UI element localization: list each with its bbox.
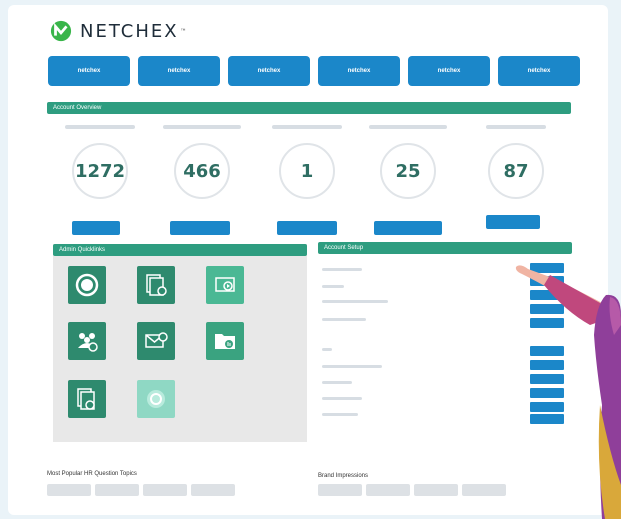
tab-2[interactable]: netchex: [138, 56, 220, 86]
metric-value: 1: [279, 143, 335, 199]
setup-line: [322, 318, 366, 321]
account-overview-header: Account Overview: [47, 102, 571, 114]
presenter-character-illustration: [515, 265, 621, 519]
team-people-icon[interactable]: [68, 322, 106, 360]
quicklinks-header: Admin Quicklinks: [53, 244, 307, 256]
metric-card-3: 1: [267, 125, 347, 235]
metric-caption: [369, 125, 447, 129]
setup-line: [322, 300, 388, 303]
metric-button[interactable]: [486, 215, 540, 229]
topic-placeholder: [47, 484, 91, 496]
envelope-check-icon[interactable]: [137, 322, 175, 360]
metric-caption: [65, 125, 135, 129]
glow-circle-icon[interactable]: [137, 380, 175, 418]
setup-line: [322, 268, 362, 271]
metric-caption: [272, 125, 342, 129]
metric-value: 87: [488, 143, 544, 199]
metric-value: 25: [380, 143, 436, 199]
topic-placeholder: [191, 484, 235, 496]
metric-caption: [163, 125, 241, 129]
glow-circle-icon-glyph: [147, 390, 165, 408]
metric-card-2: 466: [162, 125, 242, 235]
metric-button[interactable]: [374, 221, 442, 235]
setup-line: [322, 348, 332, 351]
video-play-icon[interactable]: [206, 266, 244, 304]
account-setup-header: Account Setup: [318, 242, 572, 254]
metric-card-5: 87: [476, 125, 556, 229]
setup-line: [322, 285, 344, 288]
popular-topics-label: Most Popular HR Question Topics: [47, 471, 137, 477]
topic-placeholder: [143, 484, 187, 496]
documents-clock-icon-glyph: [146, 274, 167, 296]
tab-3[interactable]: netchex: [228, 56, 310, 86]
tab-5[interactable]: netchex: [408, 56, 490, 86]
video-play-icon-glyph: [215, 277, 235, 292]
current-card-icon-glyph: [75, 273, 99, 297]
top-tabs: netchex netchex netchex netchex netchex …: [48, 56, 580, 86]
metric-card-1: 1272: [60, 125, 140, 235]
documents-clock-icon[interactable]: [137, 266, 175, 304]
metric-value: 1272: [72, 143, 128, 199]
netchex-logo: NETCHEX ™: [50, 20, 186, 42]
setup-line: [322, 413, 358, 416]
envelope-check-icon-glyph: [145, 332, 168, 348]
documents-check-icon-glyph: [77, 388, 95, 410]
setup-line: [322, 381, 352, 384]
brand-impressions-label: Brand Impressions: [318, 473, 369, 479]
impression-placeholder: [462, 484, 506, 496]
metric-caption: [486, 125, 546, 129]
metric-button[interactable]: [72, 221, 120, 235]
brand-trademark: ™: [180, 28, 186, 34]
current-card-icon[interactable]: [68, 266, 106, 304]
setup-line: [322, 397, 362, 400]
team-people-icon-glyph: [78, 333, 98, 352]
tab-1[interactable]: netchex: [48, 56, 130, 86]
metric-value: 466: [174, 143, 230, 199]
impression-placeholder: [318, 484, 362, 496]
metric-button[interactable]: [277, 221, 337, 235]
impression-placeholder: [414, 484, 458, 496]
folder-chart-icon-glyph: [215, 334, 235, 349]
metric-card-4: 25: [368, 125, 448, 235]
brand-name: NETCHEX: [80, 20, 179, 42]
tab-4[interactable]: netchex: [318, 56, 400, 86]
tab-6[interactable]: netchex: [498, 56, 580, 86]
netchex-logo-icon: [50, 20, 72, 42]
documents-check-icon[interactable]: [68, 380, 106, 418]
folder-chart-icon[interactable]: [206, 322, 244, 360]
metric-button[interactable]: [170, 221, 230, 235]
setup-line: [322, 365, 382, 368]
topic-placeholder: [95, 484, 139, 496]
impression-placeholder: [366, 484, 410, 496]
